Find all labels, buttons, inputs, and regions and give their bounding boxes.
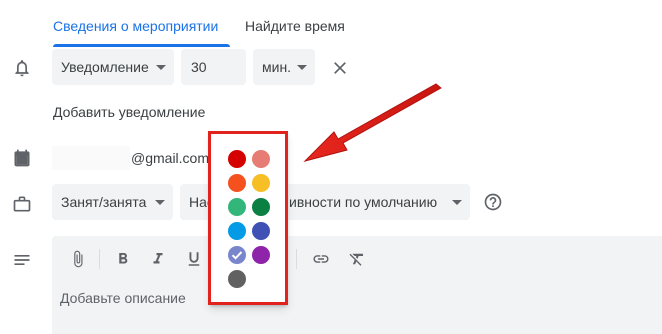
notification-type-select[interactable]: Уведомление (52, 49, 174, 85)
toolbar-divider (296, 249, 297, 269)
notification-time-input[interactable]: 30 (181, 49, 246, 85)
tab-event-details[interactable]: Сведения о мероприятии (53, 18, 218, 34)
calendar-owner-redacted (52, 146, 130, 170)
visibility-value-end: ивности по умолчанию (289, 194, 438, 210)
briefcase-icon (12, 194, 32, 214)
chevron-down-icon (156, 65, 166, 70)
tab-find-a-time[interactable]: Найдите время (245, 18, 345, 34)
attachment-icon[interactable] (67, 248, 89, 270)
italic-icon[interactable] (147, 248, 169, 270)
active-tab-indicator (53, 44, 230, 47)
description-placeholder: Добавьте описание (60, 290, 186, 306)
link-icon[interactable] (310, 248, 332, 270)
notification-unit-select[interactable]: мин. (253, 49, 315, 85)
availability-select[interactable]: Занят/занята (52, 184, 173, 220)
chevron-down-icon (452, 200, 462, 205)
clear-formatting-icon[interactable] (346, 248, 368, 270)
calendar-icon (12, 148, 32, 168)
bold-icon[interactable] (112, 248, 134, 270)
bell-icon (12, 58, 32, 78)
add-notification-button[interactable]: Добавить уведомление (53, 104, 205, 120)
notification-type-value: Уведомление (61, 59, 149, 75)
notification-unit-value: мин. (262, 59, 292, 75)
calendar-owner-email[interactable]: @gmail.com (131, 150, 209, 166)
chevron-down-icon (155, 200, 165, 205)
availability-value: Занят/занята (61, 194, 147, 210)
notification-time-value: 30 (191, 59, 207, 75)
help-icon[interactable] (483, 192, 503, 212)
highlight-frame (208, 131, 288, 305)
toolbar-divider (99, 249, 100, 269)
description-icon (12, 250, 32, 270)
remove-notification-icon[interactable] (330, 58, 350, 78)
chevron-down-icon (297, 65, 307, 70)
underline-icon[interactable] (183, 248, 205, 270)
